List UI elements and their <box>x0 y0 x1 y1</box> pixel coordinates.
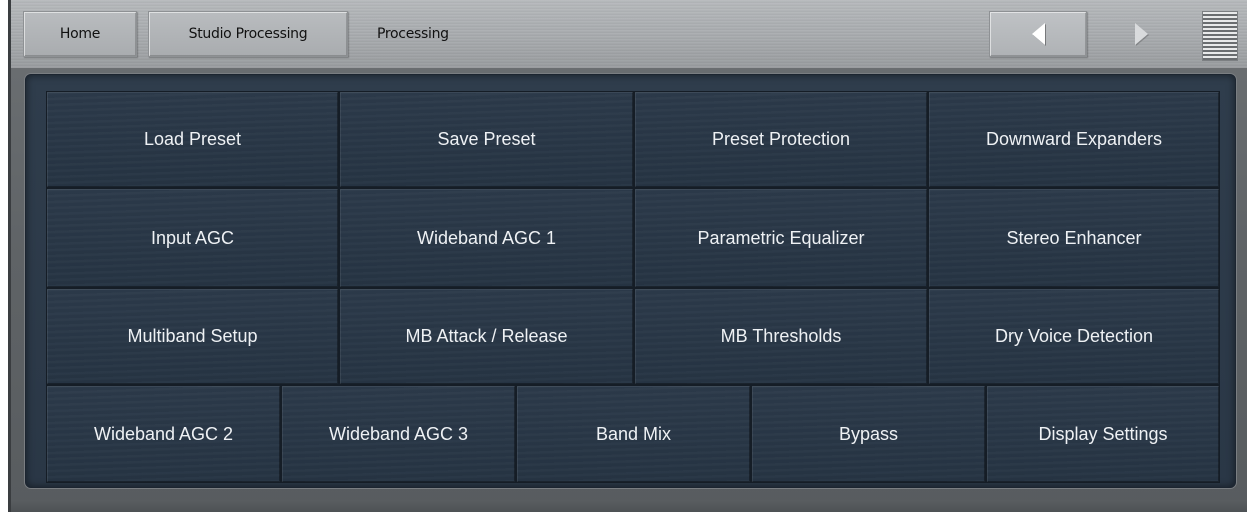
save-preset-button[interactable]: Save Preset <box>339 91 634 188</box>
input-agc-button[interactable]: Input AGC <box>46 188 339 288</box>
band-mix-button[interactable]: Band Mix <box>516 385 751 483</box>
top-navigation-bar: Home Studio Processing Processing <box>11 0 1247 70</box>
mb-attack-release-button[interactable]: MB Attack / Release <box>339 288 634 385</box>
breadcrumb-current-page: Processing <box>377 26 449 42</box>
wideband-agc-2-button[interactable]: Wideband AGC 2 <box>46 385 281 483</box>
breadcrumb-home-button[interactable]: Home <box>23 11 137 57</box>
menu-lines-icon[interactable] <box>1202 11 1238 61</box>
parametric-equalizer-button[interactable]: Parametric Equalizer <box>634 188 928 288</box>
stereo-enhancer-button[interactable]: Stereo Enhancer <box>928 188 1220 288</box>
triangle-right-icon <box>1134 23 1148 45</box>
processing-menu-panel: Load Preset Save Preset Preset Protectio… <box>25 74 1236 488</box>
multiband-setup-button[interactable]: Multiband Setup <box>46 288 339 385</box>
downward-expanders-button[interactable]: Downward Expanders <box>928 91 1220 188</box>
wideband-agc-3-button[interactable]: Wideband AGC 3 <box>281 385 516 483</box>
bypass-button[interactable]: Bypass <box>751 385 986 483</box>
display-settings-button[interactable]: Display Settings <box>986 385 1220 483</box>
back-button[interactable] <box>989 11 1087 57</box>
bottom-bezel <box>11 500 1247 512</box>
mb-thresholds-button[interactable]: MB Thresholds <box>634 288 928 385</box>
breadcrumb-studio-processing-button[interactable]: Studio Processing <box>148 11 348 57</box>
load-preset-button[interactable]: Load Preset <box>46 91 339 188</box>
preset-protection-button[interactable]: Preset Protection <box>634 91 928 188</box>
forward-button[interactable] <box>1101 11 1181 57</box>
wideband-agc-1-button[interactable]: Wideband AGC 1 <box>339 188 634 288</box>
triangle-left-icon <box>1031 23 1045 45</box>
dry-voice-detection-button[interactable]: Dry Voice Detection <box>928 288 1220 385</box>
device-screen: Home Studio Processing Processing Load P… <box>8 0 1247 512</box>
